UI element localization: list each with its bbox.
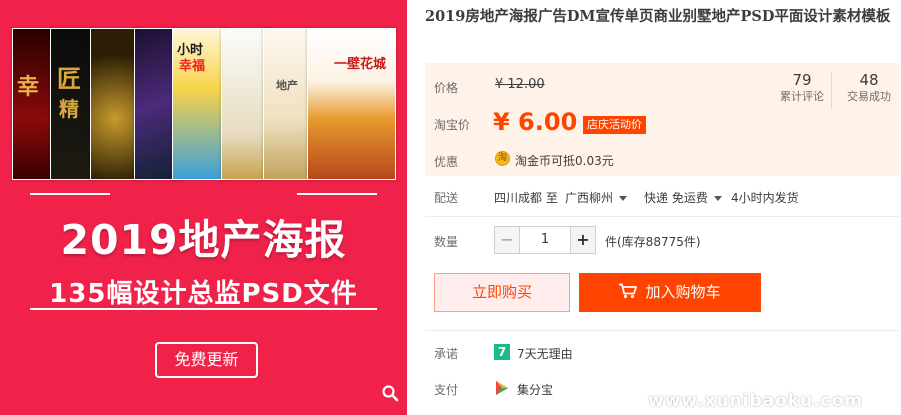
coin-offer-text: 淘金币可抵0.03元 <box>515 154 614 168</box>
payment-text[interactable]: 集分宝 <box>517 381 553 398</box>
add-to-cart-label: 加入购物车 <box>645 283 721 301</box>
taobao-coin-icon: 淘 <box>495 151 510 166</box>
magnifier-icon[interactable] <box>381 384 399 402</box>
sales-count-stat[interactable]: 48 交易成功 <box>839 71 899 105</box>
free-update-badge: 免费更新 <box>155 342 258 378</box>
chevron-down-icon <box>619 196 628 201</box>
jifenbao-icon <box>496 381 508 395</box>
stat-divider <box>831 71 832 109</box>
quantity-input[interactable]: 1 <box>520 226 570 254</box>
review-count-stat[interactable]: 79 累计评论 <box>772 71 832 105</box>
quantity-label: 数量 <box>434 235 459 249</box>
taobao-price-label: 淘宝价 <box>434 118 471 132</box>
seven-day-return-icon: 7 <box>494 344 510 360</box>
stock-text: 件(库存88775件) <box>605 235 701 249</box>
poster-thumbnail <box>90 28 140 180</box>
headline-rule <box>297 193 377 195</box>
taobao-price: ¥ 6.00 <box>493 108 578 136</box>
ship-method-value: 快递 免运费 <box>644 191 708 205</box>
image-subline: 135幅设计总监PSD文件 <box>49 279 358 309</box>
divider <box>425 330 899 331</box>
product-main-image[interactable]: 幸 匠 精 小时 幸福 地产 一壁花城 2019地产海报 135幅设计总监PSD… <box>0 0 407 415</box>
shipping-label: 配送 <box>434 191 459 205</box>
ship-to-select[interactable]: 广西柳州 <box>565 189 628 206</box>
poster-thumbnail: 幸 <box>12 28 54 180</box>
add-to-cart-button[interactable]: 加入购物车 <box>579 273 761 312</box>
review-count: 79 <box>792 71 812 89</box>
poster-thumbnail: 匠 精 <box>50 28 95 180</box>
quantity-minus-button[interactable]: − <box>494 226 520 254</box>
promise-label: 承诺 <box>434 347 459 361</box>
buy-now-button[interactable]: 立即购买 <box>434 273 570 312</box>
poster-collage: 幸 匠 精 小时 幸福 地产 一壁花城 <box>12 28 396 180</box>
ship-time: 4小时内发货 <box>731 191 799 205</box>
promise-text[interactable]: 7天无理由 <box>517 345 573 362</box>
shipping-row: 配送 四川成都 至 广西柳州 快递 免运费 4小时内发货 <box>425 186 899 208</box>
divider <box>425 216 899 217</box>
image-headline: 2019地产海报 <box>60 216 347 264</box>
poster-thumbnail: 地产 <box>263 28 313 180</box>
quantity-stepper: − 1 + <box>494 226 596 254</box>
ship-method-select[interactable]: 快递 免运费 <box>644 189 722 206</box>
promo-tag: 店庆活动价 <box>583 116 646 134</box>
poster-thumbnail: 一壁花城 <box>307 28 396 180</box>
offer-label: 优惠 <box>434 155 459 169</box>
cart-icon <box>619 283 638 299</box>
original-price: ¥ 12.00 <box>495 77 545 92</box>
price-panel: 价格 ¥ 12.00 79 累计评论 48 交易成功 淘宝价 ¥ 6.00 店庆… <box>425 63 899 176</box>
poster-thumbnail: 小时 幸福 <box>172 28 227 180</box>
product-title: 2019房地产海报广告DM宣传单页商业别墅地产PSD平面设计素材模板 <box>425 8 891 25</box>
poster-thumbnail <box>221 28 269 180</box>
ship-to-value: 广西柳州 <box>565 191 614 205</box>
headline-rule <box>30 193 110 195</box>
payment-label: 支付 <box>434 383 459 397</box>
sales-count-label: 交易成功 <box>847 90 891 103</box>
price-label: 价格 <box>434 81 459 95</box>
site-watermark: www.xunibaoku.com <box>648 391 864 411</box>
quantity-plus-button[interactable]: + <box>570 226 596 254</box>
ship-from: 四川成都 至 <box>494 191 558 205</box>
subline-rule <box>30 308 377 310</box>
sales-count: 48 <box>859 71 879 89</box>
chevron-down-icon <box>713 196 722 201</box>
review-count-label: 累计评论 <box>780 90 824 103</box>
